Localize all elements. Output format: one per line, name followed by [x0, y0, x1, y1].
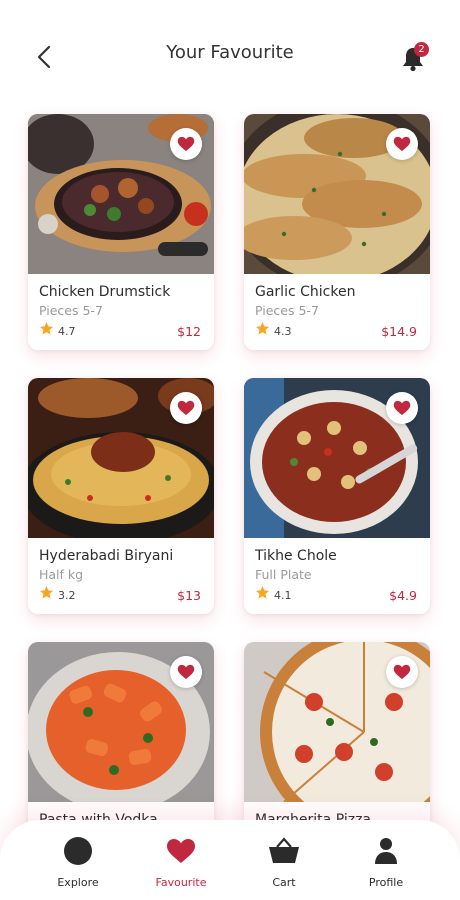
favourite-toggle[interactable]	[386, 128, 418, 160]
food-name: Tikhe Chole	[255, 548, 337, 564]
heart-icon	[167, 839, 195, 863]
favourites-grid: Chicken Drumstick Pieces 5-7 4.7 $12 Gar…	[0, 0, 460, 900]
food-quantity: Full Plate	[255, 567, 312, 582]
food-rating: 4.1	[274, 589, 292, 602]
heart-icon	[177, 664, 195, 680]
nav-item-cart[interactable]: Cart	[239, 836, 329, 889]
favourite-toggle[interactable]	[170, 392, 202, 424]
food-rating: 4.3	[274, 325, 292, 338]
star-icon	[256, 322, 269, 335]
food-quantity: Pieces 5-7	[255, 303, 319, 318]
heart-icon	[177, 136, 195, 152]
nav-item-profile[interactable]: Profile	[341, 836, 431, 889]
food-card[interactable]: Hyderabadi Biryani Half kg 3.2 $13	[28, 378, 214, 614]
nav-label: Explore	[57, 876, 99, 889]
explore-icon	[64, 837, 92, 865]
food-name: Garlic Chicken	[255, 284, 356, 300]
food-name: Hyderabadi Biryani	[39, 548, 174, 564]
food-price: $4.9	[389, 588, 417, 603]
bottom-navigation: Explore Favourite Cart Profile	[0, 820, 460, 900]
nav-item-favourite[interactable]: Favourite	[136, 836, 226, 889]
nav-label: Favourite	[155, 876, 207, 889]
food-rating: 4.7	[58, 325, 76, 338]
heart-icon	[393, 136, 411, 152]
favourite-toggle[interactable]	[386, 392, 418, 424]
person-icon	[375, 838, 397, 864]
food-card[interactable]: Tikhe Chole Full Plate 4.1 $4.9	[244, 378, 430, 614]
nav-label: Cart	[272, 876, 296, 889]
food-card[interactable]: Chicken Drumstick Pieces 5-7 4.7 $12	[28, 114, 214, 350]
heart-icon	[177, 400, 195, 416]
food-quantity: Pieces 5-7	[39, 303, 103, 318]
basket-icon	[269, 837, 299, 863]
nav-label: Profile	[368, 876, 404, 889]
star-icon	[40, 586, 53, 599]
nav-item-explore[interactable]: Explore	[33, 836, 123, 889]
star-icon	[40, 322, 53, 335]
food-quantity: Half kg	[39, 567, 84, 582]
favourite-toggle[interactable]	[170, 656, 202, 688]
favourite-toggle[interactable]	[170, 128, 202, 160]
food-card[interactable]: Garlic Chicken Pieces 5-7 4.3 $14.9	[244, 114, 430, 350]
star-icon	[256, 586, 269, 599]
food-price: $12	[177, 324, 201, 339]
food-price: $14.9	[381, 324, 417, 339]
heart-icon	[393, 664, 411, 680]
food-price: $13	[177, 588, 201, 603]
favourite-toggle[interactable]	[386, 656, 418, 688]
food-name: Chicken Drumstick	[39, 284, 171, 300]
heart-icon	[393, 400, 411, 416]
food-rating: 3.2	[58, 589, 76, 602]
